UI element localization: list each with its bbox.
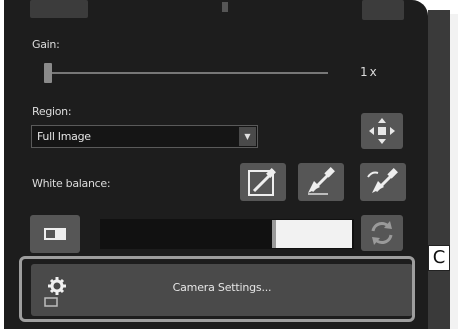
top-button-right[interactable] xyxy=(362,0,404,20)
refresh-icon xyxy=(371,221,393,245)
region-selected-value: Full Image xyxy=(37,130,91,143)
screenshot-frame: Gain: 1x Region: Full Image ▼ White bala… xyxy=(0,0,458,329)
white-balance-eyedropper-button[interactable] xyxy=(298,163,344,201)
white-balance-label: White balance: xyxy=(32,177,111,190)
white-balance-area-button[interactable] xyxy=(240,163,286,201)
gain-slider-thumb[interactable] xyxy=(44,63,52,83)
white-balance-toggle-button[interactable] xyxy=(30,215,80,253)
refresh-button[interactable] xyxy=(361,215,403,251)
white-balance-swatch xyxy=(276,220,352,248)
eyedropper-icon xyxy=(308,167,335,195)
camera-settings-highlight xyxy=(19,256,415,322)
gain-slider-track[interactable] xyxy=(48,72,328,74)
region-center-button[interactable] xyxy=(361,113,403,149)
white-balance-reset-button[interactable] xyxy=(360,163,406,201)
color-swatch-icon xyxy=(44,228,66,240)
top-button-left[interactable] xyxy=(30,0,88,18)
region-label: Region: xyxy=(32,105,72,118)
callout-label: C xyxy=(428,245,450,271)
top-divider xyxy=(222,2,228,12)
gain-value: 1x xyxy=(360,65,379,79)
eyedropper-reset-icon xyxy=(367,168,398,193)
chevron-down-icon[interactable]: ▼ xyxy=(239,127,256,146)
eyedropper-area-icon xyxy=(248,168,276,196)
panel-scrollbar[interactable] xyxy=(428,10,450,329)
crosshair-arrows-icon xyxy=(369,118,395,144)
gain-label: Gain: xyxy=(32,38,60,51)
region-select[interactable]: Full Image ▼ xyxy=(31,125,258,148)
window-edge xyxy=(450,14,458,329)
